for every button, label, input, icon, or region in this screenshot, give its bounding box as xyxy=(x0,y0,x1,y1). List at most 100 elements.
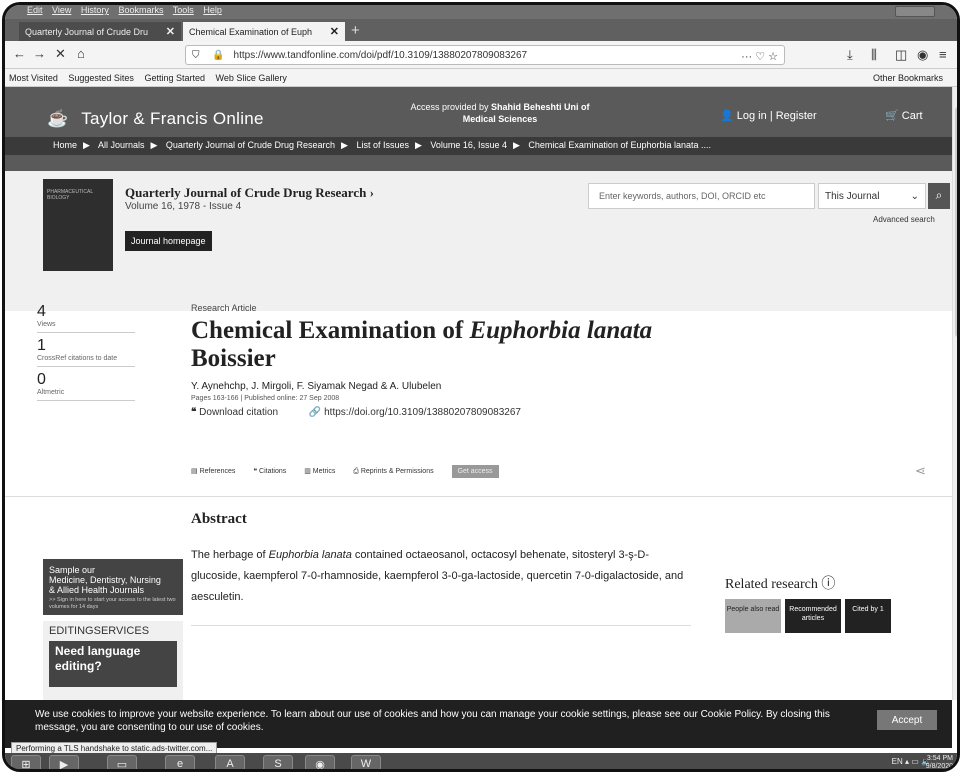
cart-link[interactable]: 🛒 Cart xyxy=(885,109,923,122)
skype-icon[interactable]: S xyxy=(263,755,293,769)
breadcrumb-all-journals[interactable]: All Journals xyxy=(98,140,145,150)
altmetric-count: 0 xyxy=(37,371,46,388)
journal-title[interactable]: Quarterly Journal of Crude Drug Research… xyxy=(125,185,374,201)
firefox-icon[interactable]: ◉ xyxy=(305,755,335,769)
back-icon[interactable]: ← xyxy=(13,46,26,61)
address-bar[interactable]: ⛉ 🔒 https://www.tandfonline.com/doi/pdf/… xyxy=(185,45,785,65)
tab-article[interactable]: Chemical Examination of Euph ✕ xyxy=(183,22,345,41)
download-citation-label: Download citation xyxy=(199,407,279,418)
login-link[interactable]: Log in xyxy=(737,110,767,122)
doi-link[interactable]: 🔗 https://doi.org/10.3109/13880207809083… xyxy=(309,407,535,418)
download-citation-link[interactable]: ❝ Download citation xyxy=(191,407,292,418)
citations-tab[interactable]: ❝ Citations xyxy=(253,468,294,475)
search-input[interactable]: Enter keywords, authors, DOI, ORCID etc xyxy=(588,183,815,209)
access-provider: Access provided by Shahid Beheshti Uni o… xyxy=(400,101,600,125)
metrics-label: Metrics xyxy=(312,468,336,475)
abstract-text: The herbage of Euphorbia lanata containe… xyxy=(191,545,691,608)
tab-journal[interactable]: Quarterly Journal of Crude Dru ✕ xyxy=(19,22,181,41)
other-bookmarks[interactable]: Other Bookmarks xyxy=(873,73,943,83)
close-icon[interactable]: ✕ xyxy=(166,25,175,38)
word-icon[interactable]: W xyxy=(351,755,381,769)
site-logo[interactable]: ☕ Taylor & Francis Online xyxy=(47,109,264,129)
tab-cited-by[interactable]: Cited by 1 xyxy=(845,599,891,633)
scrollbar-thumb[interactable] xyxy=(955,107,957,337)
journal-title-text: Quarterly Journal of Crude Drug Research xyxy=(125,185,367,200)
bookmark-most-visited[interactable]: Most Visited xyxy=(9,73,58,83)
tab-article-label: Chemical Examination of Euph xyxy=(189,27,313,37)
menu-view[interactable]: View xyxy=(52,5,71,15)
link-icon: 🔗 xyxy=(308,407,322,418)
journal-volume: Volume 16, 1978 - Issue 4 xyxy=(125,201,242,212)
download-icon[interactable]: ⤓ xyxy=(847,47,853,63)
breadcrumb-article: Chemical Examination of Euphorbia lanata… xyxy=(528,140,712,150)
share-icon[interactable]: ⋖ xyxy=(915,463,926,479)
acrobat-icon[interactable]: A xyxy=(215,755,245,769)
menu-bookmarks[interactable]: Bookmarks xyxy=(118,5,163,15)
breadcrumb-journal[interactable]: Quarterly Journal of Crude Drug Research xyxy=(166,140,335,150)
article-title: Chemical Examination of Euphorbia lanata… xyxy=(191,317,811,373)
close-icon[interactable]: ✕ xyxy=(330,25,339,38)
page-actions-icon[interactable]: ··· ♡ ☆ xyxy=(741,50,778,63)
site-header: ☕ Taylor & Francis Online Access provide… xyxy=(5,87,952,171)
bookmark-web-slice[interactable]: Web Slice Gallery xyxy=(216,73,287,83)
article-authors[interactable]: Y. Aynehchp, J. Mirgoli, F. Siyamak Nega… xyxy=(191,381,441,392)
editing-services-ad[interactable]: EDITINGSERVICES Need language editing? xyxy=(43,621,183,701)
access-label: Access provided by xyxy=(410,102,489,112)
sample-journals-ad[interactable]: Sample our Medicine, Dentistry, Nursing … xyxy=(43,559,183,615)
tab-recommended-articles[interactable]: Recommended articles xyxy=(785,599,841,633)
menu-help[interactable]: Help xyxy=(203,5,222,15)
menu-history[interactable]: History xyxy=(81,5,109,15)
editing-services-label: EDITINGSERVICES xyxy=(49,625,150,637)
search-button[interactable]: ⌕ xyxy=(928,183,950,209)
language-indicator[interactable]: EN xyxy=(892,757,903,766)
navigation-bar: ← → ✕ ⌂ ⛉ 🔒 https://www.tandfonline.com/… xyxy=(5,41,957,69)
register-link[interactable]: Register xyxy=(776,110,817,122)
ad-line-1: Sample our xyxy=(49,565,96,575)
breadcrumb-arrow-icon: ▶ xyxy=(83,140,90,150)
references-tab[interactable]: ▤ References xyxy=(191,468,243,475)
breadcrumb-volume[interactable]: Volume 16, Issue 4 xyxy=(430,140,507,150)
doi-label: https://doi.org/10.3109/1388020780908326… xyxy=(324,407,521,418)
internet-explorer-icon[interactable]: e xyxy=(165,755,195,769)
file-explorer-icon[interactable]: ▭ xyxy=(107,755,137,769)
menu-icon[interactable]: ≡ xyxy=(939,47,947,62)
user-icon: 👤 xyxy=(720,110,734,122)
stop-icon[interactable]: ✕ xyxy=(55,46,66,62)
forward-icon[interactable]: → xyxy=(33,46,46,61)
info-icon[interactable]: ⓘ xyxy=(821,577,835,592)
metrics-tab[interactable]: ▥ Metrics xyxy=(304,468,343,475)
search-scope-select[interactable]: This Journal ⌄ xyxy=(818,183,926,209)
start-icon[interactable]: ⊞ xyxy=(11,755,41,769)
accept-cookies-button[interactable]: Accept xyxy=(877,710,937,730)
sidebar-icon[interactable]: ◫ xyxy=(895,47,907,63)
breadcrumb-home[interactable]: Home xyxy=(53,140,77,150)
journal-cover[interactable]: PHARMACEUTICAL BIOLOGY xyxy=(43,179,113,271)
url-text: https://www.tandfonline.com/doi/pdf/10.3… xyxy=(233,50,528,61)
library-icon[interactable]: ⫼ xyxy=(871,47,877,63)
taskbar: ⊞ ▶ ▭ e A S ◉ W EN ▴ ▭ 🔈 3:54 PM 9/8/2020 xyxy=(5,753,957,769)
bookmark-getting-started[interactable]: Getting Started xyxy=(144,73,205,83)
get-access-button[interactable]: Get access xyxy=(451,465,499,478)
page-scrollbar[interactable] xyxy=(952,87,957,700)
breadcrumb-arrow-icon: ▶ xyxy=(512,140,520,150)
views-count: 4 xyxy=(37,303,46,320)
new-tab-icon[interactable]: + xyxy=(351,22,360,39)
language-editing-label: Need language editing? xyxy=(49,641,177,687)
media-player-icon[interactable]: ▶ xyxy=(49,755,79,769)
section-divider xyxy=(5,496,952,497)
menu-tools[interactable]: Tools xyxy=(173,5,194,15)
journal-homepage-button[interactable]: Journal homepage xyxy=(125,231,212,251)
window-controls[interactable] xyxy=(895,6,935,17)
clock[interactable]: 3:54 PM 9/8/2020 xyxy=(926,755,953,769)
ad-signin[interactable]: >> Sign in here to start your access to … xyxy=(49,597,177,611)
advanced-search-link[interactable]: Advanced search xyxy=(873,215,935,224)
pocket-icon[interactable]: ◉ xyxy=(917,47,928,63)
cookie-banner: We use cookies to improve your website e… xyxy=(5,700,952,748)
menu-edit[interactable]: Edit xyxy=(27,5,43,15)
tab-people-also-read[interactable]: People also read xyxy=(725,599,781,633)
breadcrumb-issues[interactable]: List of Issues xyxy=(356,140,409,150)
home-icon[interactable]: ⌂ xyxy=(77,46,85,61)
reprints-tab[interactable]: ⎙ Reprints & Permissions xyxy=(353,468,441,475)
menu-bar: Edit View History Bookmarks Tools Help xyxy=(5,5,957,19)
bookmark-suggested-sites[interactable]: Suggested Sites xyxy=(68,73,134,83)
